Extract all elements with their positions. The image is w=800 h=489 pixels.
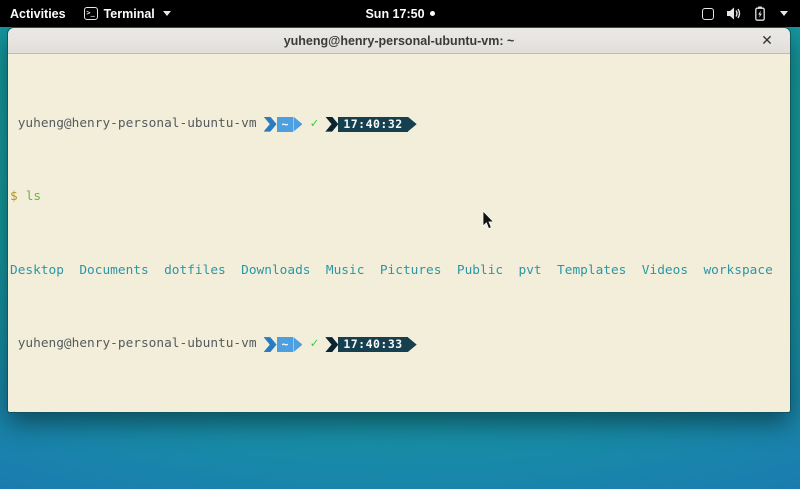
volume-icon (727, 7, 742, 20)
powerline-chevron-icon (325, 117, 338, 132)
powerline-chevron-icon (264, 337, 277, 352)
prompt-time: 17:40:33 (338, 337, 407, 352)
prompt-time: 17:40:32 (338, 117, 407, 132)
prompt-path-segment: ~ (264, 337, 303, 352)
chevron-down-icon (163, 11, 171, 16)
directory-item: dotfiles (149, 264, 226, 279)
command-line: $ ls (10, 190, 788, 205)
directory-item: Public (441, 264, 503, 279)
activities-button[interactable]: Activities (10, 7, 66, 21)
desktop: Activities >_ Terminal Sun 17:50 (0, 0, 800, 489)
prompt-path: ~ (277, 337, 294, 352)
window-titlebar[interactable]: yuheng@henry-personal-ubuntu-vm: ~ ✕ (8, 28, 790, 54)
powerline-arrow-icon (408, 117, 417, 132)
prompt-symbol: $ (10, 190, 18, 205)
system-tray[interactable] (702, 6, 800, 21)
directory-item: Videos (626, 264, 688, 279)
powerline-chevron-icon (325, 337, 338, 352)
terminal-window: yuheng@henry-personal-ubuntu-vm: ~ ✕ yuh… (7, 27, 791, 413)
window-title: yuheng@henry-personal-ubuntu-vm: ~ (284, 34, 515, 48)
prompt-line: yuheng@henry-personal-ubuntu-vm ~ ✓ 17:4… (10, 337, 788, 352)
prompt-symbol: $ (10, 411, 18, 413)
ls-output: Desktop Documents dotfiles Downloads Mus… (10, 264, 788, 279)
status-check-icon: ✓ (310, 337, 318, 352)
status-check-icon: ✓ (310, 117, 318, 132)
directory-item: Downloads (226, 264, 311, 279)
current-prompt-line[interactable]: $ (10, 411, 788, 413)
directory-item: Desktop (10, 264, 64, 279)
close-icon[interactable]: ✕ (756, 28, 778, 54)
command-text: ls (26, 190, 41, 205)
powerline-chevron-icon (264, 117, 277, 132)
directory-item: Templates (542, 264, 627, 279)
directory-item: workspace (688, 264, 773, 279)
powerline-arrow-icon (293, 337, 302, 352)
prompt-path-segment: ~ (264, 117, 303, 132)
powerline-arrow-icon (293, 117, 302, 132)
text-cursor (27, 412, 35, 413)
terminal-icon: >_ (84, 7, 98, 20)
prompt-user: yuheng@henry-personal-ubuntu-vm (10, 117, 257, 132)
prompt-line: yuheng@henry-personal-ubuntu-vm ~ ✓ 17:4… (10, 117, 788, 132)
terminal-content[interactable]: yuheng@henry-personal-ubuntu-vm ~ ✓ 17:4… (8, 54, 790, 413)
app-menu-label: Terminal (104, 7, 155, 21)
top-bar: Activities >_ Terminal Sun 17:50 (0, 0, 800, 27)
powerline-arrow-icon (408, 337, 417, 352)
directory-item: Music (310, 264, 364, 279)
chevron-down-icon (780, 11, 788, 16)
directory-item: Documents (64, 264, 149, 279)
prompt-user: yuheng@henry-personal-ubuntu-vm (10, 337, 257, 352)
notification-dot-icon (430, 11, 435, 16)
prompt-path: ~ (277, 117, 294, 132)
prompt-time-segment: 17:40:33 (325, 337, 416, 352)
app-menu[interactable]: >_ Terminal (84, 7, 171, 21)
battery-charging-icon (755, 6, 765, 21)
screen-share-icon (702, 8, 714, 20)
prompt-time-segment: 17:40:32 (325, 117, 416, 132)
clock[interactable]: Sun 17:50 (365, 7, 424, 21)
directory-item: pvt (503, 264, 542, 279)
directory-item: Pictures (364, 264, 441, 279)
